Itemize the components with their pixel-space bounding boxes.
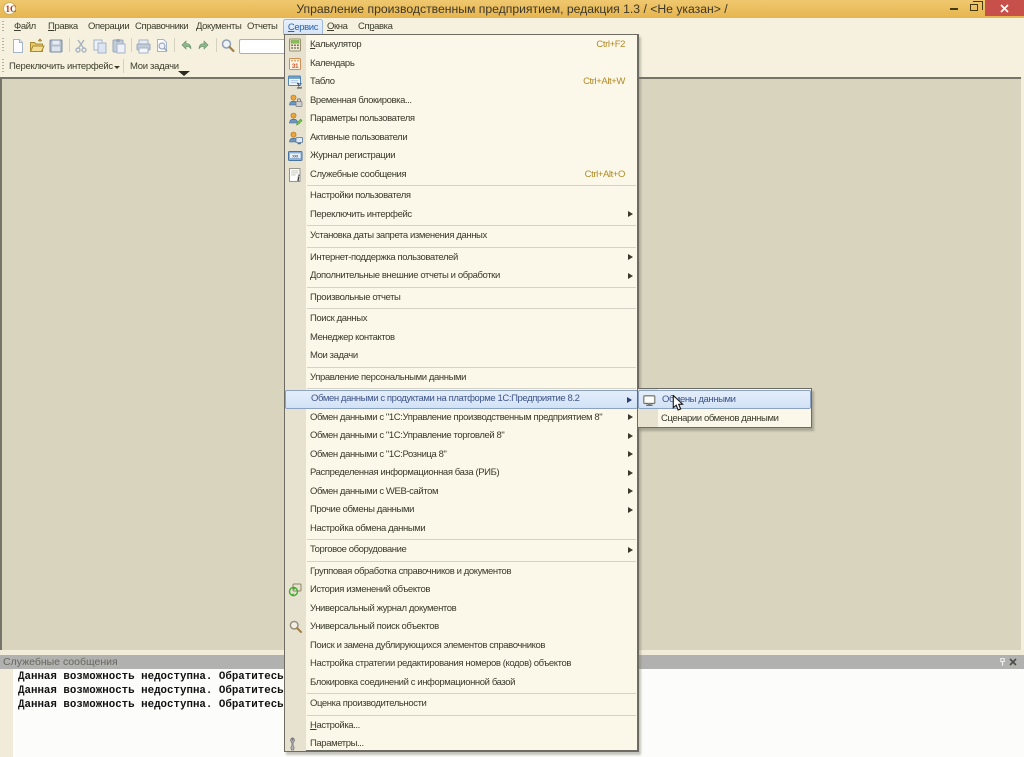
svg-text:Σ: Σ: [297, 81, 303, 89]
svg-text:31: 31: [292, 63, 299, 70]
